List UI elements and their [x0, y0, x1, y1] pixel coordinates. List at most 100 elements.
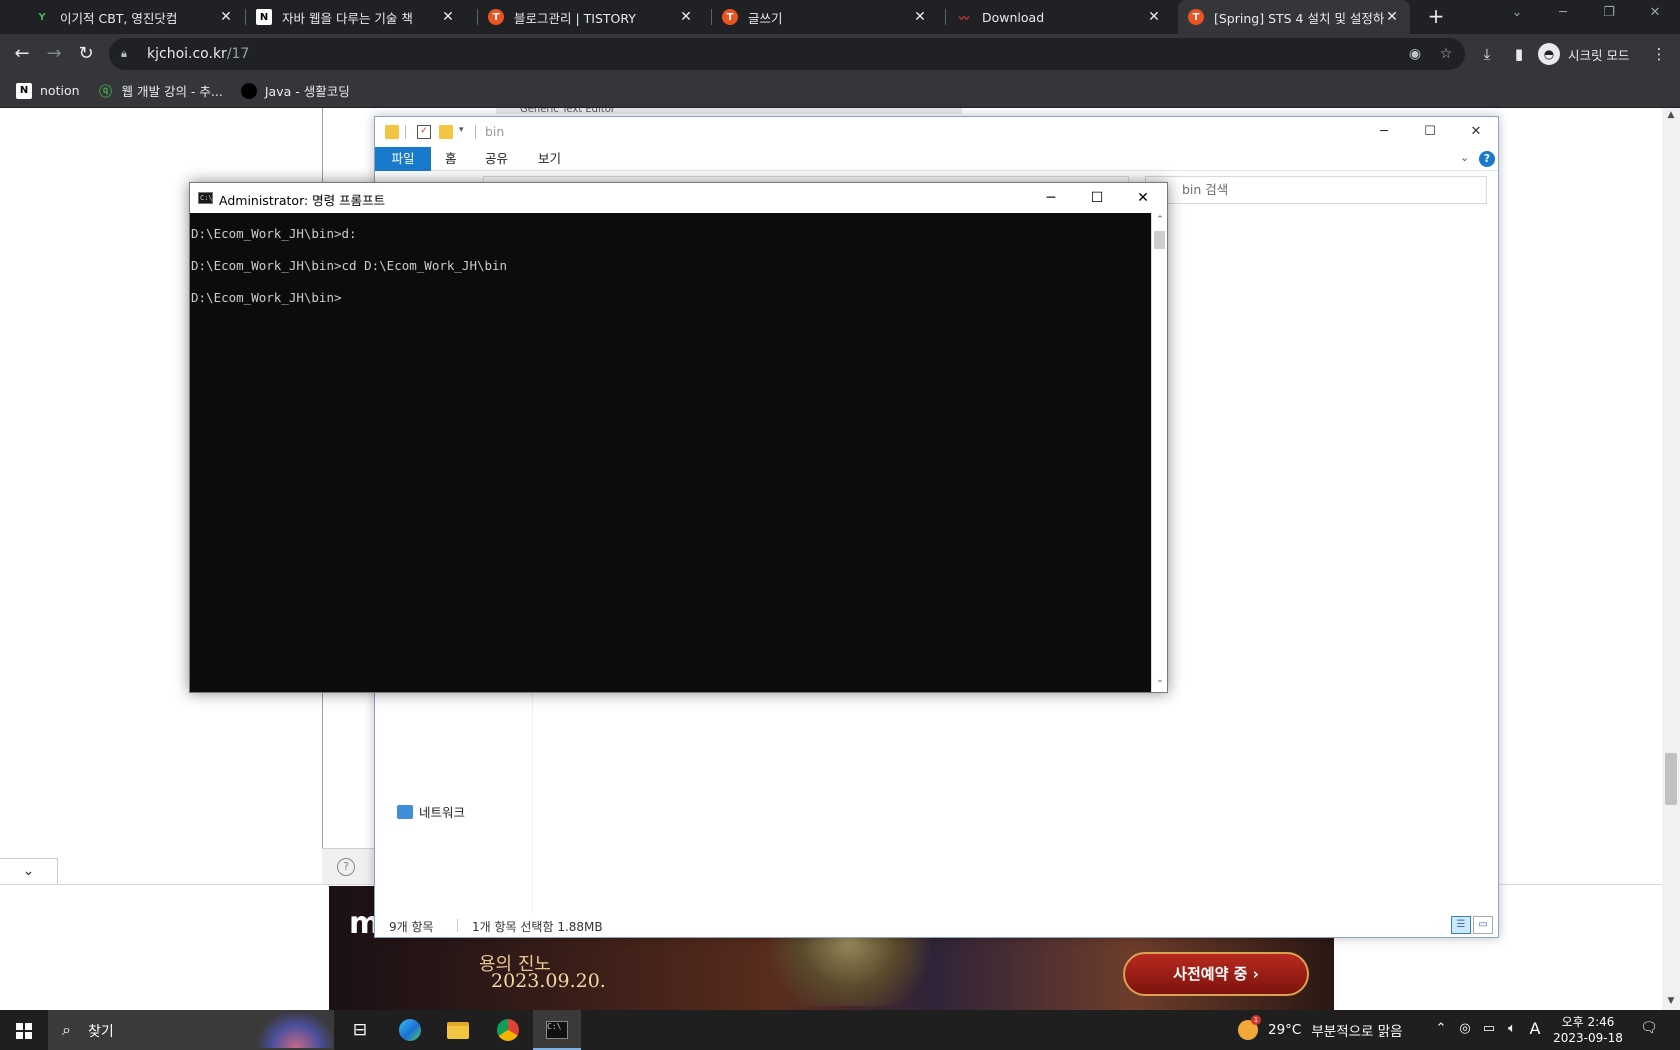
- separator: [457, 919, 458, 932]
- clock-date: 2023-09-18: [1553, 1031, 1623, 1045]
- volume-icon[interactable]: 🔈︎: [1503, 1021, 1521, 1036]
- black-circle-icon: [240, 82, 257, 99]
- tab-title: Download: [982, 9, 1045, 25]
- explorer-titlebar[interactable]: ✓ ▾ bin ─ ☐ ✕: [375, 117, 1498, 147]
- tab-spring-sts[interactable]: T [Spring] STS 4 설치 및 설정하기 ✕: [1178, 0, 1410, 34]
- maximize-icon[interactable]: ☐: [1074, 183, 1120, 213]
- network-tray-icon[interactable]: ▭: [1480, 1021, 1498, 1036]
- taskbar-file-explorer[interactable]: [434, 1010, 482, 1050]
- close-icon[interactable]: ✕: [1120, 183, 1166, 213]
- tab-close-icon[interactable]: ✕: [1384, 9, 1400, 25]
- console-output[interactable]: D:\Ecom_Work_JH\bin>d: D:\Ecom_Work_JH\b…: [190, 213, 1151, 692]
- back-icon[interactable]: ←: [7, 39, 37, 69]
- bookmark-label: 웹 개발 강의 - 추...: [121, 84, 223, 99]
- tab-title: [Spring] STS 4 설치 및 설정하기: [1214, 10, 1384, 26]
- close-window-icon[interactable]: ✕: [1632, 0, 1678, 28]
- scroll-down-icon[interactable]: ⌄: [1152, 675, 1168, 685]
- bookmark-java[interactable]: Java - 생활코딩: [240, 81, 350, 100]
- explorer-status-bar: 9개 항목 1개 항목 선택함 1.88MB ☰ ▭: [375, 913, 1498, 937]
- taskbar-cmd[interactable]: C:\: [533, 1010, 581, 1050]
- taskbar-edge[interactable]: [386, 1010, 434, 1050]
- ribbon-tab-share[interactable]: 공유: [471, 147, 522, 171]
- weather-widget[interactable]: 1 29°C 부분적으로 맑음: [1238, 1015, 1403, 1040]
- scroll-down-icon[interactable]: ▼: [1662, 996, 1680, 1006]
- background-help-strip: ?: [322, 848, 374, 884]
- reload-icon[interactable]: ↻: [71, 39, 101, 69]
- command-prompt-window: C:\ Administrator: 명령 프롬프트 ─ ☐ ✕ D:\Ecom…: [189, 182, 1168, 693]
- new-folder-icon[interactable]: [439, 125, 453, 139]
- webcam-icon[interactable]: ◎: [1456, 1021, 1474, 1036]
- ime-indicator[interactable]: A: [1526, 1019, 1544, 1038]
- search-highlight-art: [258, 1012, 334, 1048]
- nav-item-label: 네트워크: [419, 805, 466, 820]
- tab-close-icon[interactable]: ✕: [678, 9, 694, 25]
- tab-close-icon[interactable]: ✕: [218, 9, 234, 25]
- taskbar-search-box[interactable]: ⌕ 찾기: [48, 1010, 334, 1050]
- show-hidden-icons-icon[interactable]: ⌃: [1432, 1021, 1450, 1036]
- downloads-icon[interactable]: ⤓: [1476, 43, 1498, 65]
- windows-taskbar: ⌕ 찾기 ⊟ C:\ 1 29°C 부분적으로 맑음 ⌃ ◎ ▭ 🔈︎ A 오후…: [0, 1010, 1680, 1050]
- console-line: D:\Ecom_Work_JH\bin>cd D:\Ecom_Work_JH\b…: [191, 258, 508, 273]
- nav-item-network[interactable]: 네트워크: [397, 802, 465, 821]
- forward-icon[interactable]: →: [39, 39, 69, 69]
- address-bar[interactable]: 🔒︎ kjchoi.co.kr/17 ◉ ☆: [109, 38, 1465, 70]
- tab-write[interactable]: T 글쓰기 ✕: [712, 0, 938, 34]
- console-scrollbar[interactable]: ⌃ ⌄: [1151, 213, 1167, 692]
- minimize-icon[interactable]: ─: [1361, 117, 1407, 147]
- collapse-panel-button[interactable]: ⌄: [0, 858, 58, 884]
- side-panel-icon[interactable]: ▮: [1508, 43, 1530, 65]
- task-view-button[interactable]: ⊟: [336, 1010, 384, 1050]
- scrollbar-thumb[interactable]: [1665, 753, 1677, 805]
- tab-close-icon[interactable]: ✕: [440, 9, 456, 25]
- lock-icon[interactable]: 🔒︎: [121, 47, 137, 61]
- large-icons-view-icon[interactable]: ▭: [1473, 916, 1493, 934]
- tab-close-icon[interactable]: ✕: [912, 9, 928, 25]
- scrollbar-thumb[interactable]: [1154, 231, 1165, 249]
- help-icon[interactable]: ?: [337, 858, 355, 876]
- minimize-icon[interactable]: ─: [1028, 183, 1074, 213]
- bookmark-web-dev[interactable]: ⓠ 웹 개발 강의 - 추...: [98, 81, 223, 100]
- network-icon: [397, 804, 413, 819]
- preregister-button[interactable]: 사전예약 중 ›: [1123, 952, 1309, 996]
- tracking-blocked-icon[interactable]: ◉: [1406, 45, 1424, 63]
- notification-center-icon[interactable]: 🗨︎: [1640, 1020, 1658, 1036]
- bookmark-notion[interactable]: N notion: [16, 82, 80, 99]
- tab-cbt[interactable]: Y 이기적 CBT, 영진닷컴 ✕: [24, 0, 244, 34]
- incognito-indicator[interactable]: ◓ 시크릿 모드: [1538, 40, 1629, 68]
- bookmarks-bar: N notion ⓠ 웹 개발 강의 - 추... Java - 생활코딩: [0, 74, 1680, 108]
- ribbon-tab-view[interactable]: 보기: [524, 147, 575, 171]
- restore-icon[interactable]: ❐: [1586, 0, 1632, 28]
- separator: [405, 125, 406, 139]
- properties-icon[interactable]: ✓: [417, 125, 431, 139]
- tistory-icon: T: [1188, 9, 1204, 25]
- tab-title: 자바 웹을 다루는 기술 책: [282, 10, 413, 26]
- incognito-label: 시크릿 모드: [1568, 47, 1630, 63]
- quick-access-dropdown-icon[interactable]: ▾: [459, 125, 473, 139]
- tab-blog-admin[interactable]: T 블로그관리 | TISTORY ✕: [478, 0, 704, 34]
- maximize-icon[interactable]: ☐: [1407, 117, 1453, 147]
- ribbon-tab-file[interactable]: 파일: [375, 147, 431, 171]
- tab-java-book[interactable]: N 자바 웹을 다루는 기술 책 ✕: [246, 0, 466, 34]
- help-icon[interactable]: ?: [1479, 151, 1495, 167]
- explorer-search-input[interactable]: ⌕ bin 검색: [1145, 176, 1487, 204]
- menu-kebab-icon[interactable]: ⋮: [1648, 43, 1670, 65]
- bookmark-star-icon[interactable]: ☆: [1437, 45, 1455, 63]
- search-placeholder: bin 검색: [1182, 182, 1229, 197]
- close-icon[interactable]: ✕: [1453, 117, 1499, 147]
- expand-ribbon-icon[interactable]: ⌄: [1460, 151, 1469, 164]
- taskbar-chrome[interactable]: [484, 1010, 532, 1050]
- scroll-up-icon[interactable]: ⌃: [1152, 215, 1168, 225]
- console-prompt: D:\Ecom_Work_JH\bin>: [191, 290, 342, 305]
- minimize-icon[interactable]: ─: [1540, 0, 1586, 28]
- tab-close-icon[interactable]: ✕: [1146, 9, 1162, 25]
- page-scrollbar[interactable]: ▲ ▼: [1662, 108, 1680, 1010]
- system-clock[interactable]: 오후 2:46 2023-09-18: [1548, 1014, 1628, 1046]
- new-tab-button[interactable]: +: [1423, 4, 1449, 30]
- cmd-titlebar[interactable]: C:\ Administrator: 명령 프롬프트 ─ ☐ ✕: [190, 183, 1167, 213]
- details-view-icon[interactable]: ☰: [1451, 916, 1471, 934]
- scroll-up-icon[interactable]: ▲: [1662, 110, 1680, 120]
- start-button[interactable]: [0, 1010, 48, 1050]
- tab-download[interactable]: 〰 Download ✕: [946, 0, 1172, 34]
- tab-search-icon[interactable]: ⌄: [1494, 0, 1540, 28]
- ribbon-tab-home[interactable]: 홈: [431, 147, 471, 171]
